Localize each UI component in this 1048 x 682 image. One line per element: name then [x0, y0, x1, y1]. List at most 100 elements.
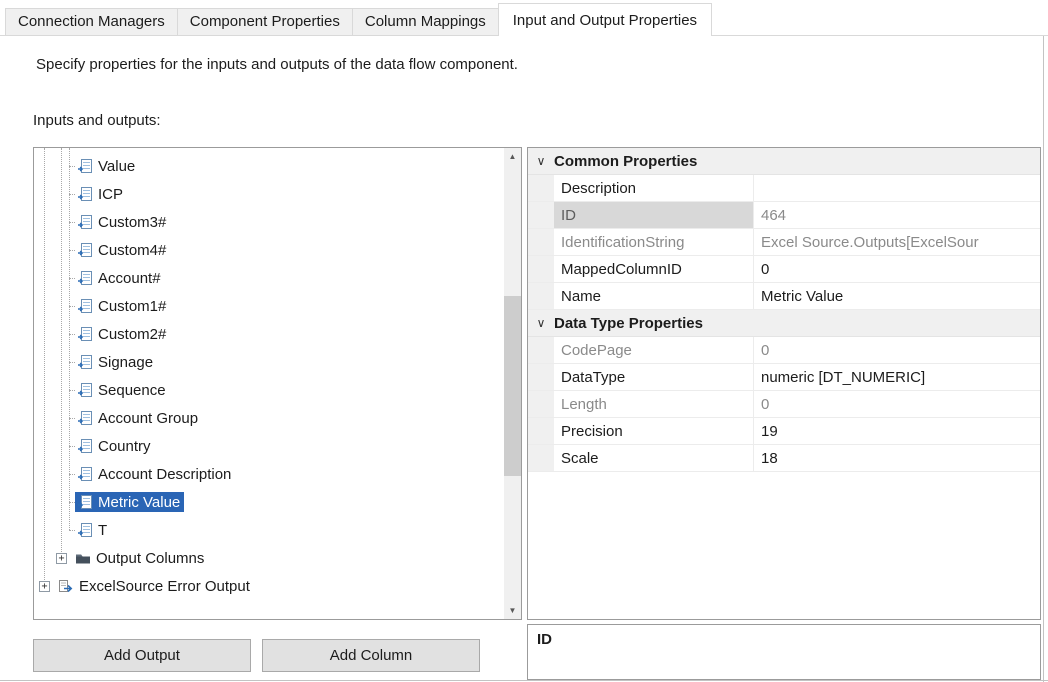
dialog-right-border	[1043, 36, 1044, 682]
column-icon	[77, 410, 93, 426]
tree-item-label: Custom4#	[98, 243, 166, 258]
tree-item-signage[interactable]: Signage	[34, 348, 504, 376]
property-row-mappedcolumnid[interactable]: MappedColumnID 0	[528, 256, 1040, 283]
property-row-identificationstring[interactable]: IdentificationString Excel Source.Output…	[528, 229, 1040, 256]
property-name[interactable]: MappedColumnID	[554, 256, 754, 282]
page-subtitle: Specify properties for the inputs and ou…	[36, 56, 518, 73]
folder-icon	[75, 550, 91, 566]
error-output-icon	[58, 578, 74, 594]
scroll-up-icon[interactable]: ▲	[504, 148, 521, 165]
tree-item-label: Signage	[98, 355, 153, 370]
column-icon	[77, 466, 93, 482]
tree-item-label: Custom1#	[98, 299, 166, 314]
property-name[interactable]: Scale	[554, 445, 754, 471]
property-name[interactable]: ID	[554, 202, 754, 228]
category-data-type-properties[interactable]: ∨ Data Type Properties	[528, 310, 1040, 337]
tree-item-value[interactable]: Value	[34, 152, 504, 180]
property-row-name[interactable]: Name Metric Value	[528, 283, 1040, 310]
category-title: Common Properties	[554, 153, 697, 170]
tree-item-custom4[interactable]: Custom4#	[34, 236, 504, 264]
column-icon	[77, 242, 93, 258]
tree-item-label: ExcelSource Error Output	[79, 579, 250, 594]
property-name[interactable]: Name	[554, 283, 754, 309]
tree-item-metric-value[interactable]: Metric Value	[34, 488, 504, 516]
expand-plus-icon[interactable]: +	[56, 553, 67, 564]
property-value[interactable]: 0	[754, 256, 1040, 282]
tree-item-label: Value	[98, 159, 135, 174]
grid-gutter	[528, 364, 554, 390]
property-value[interactable]: 0	[754, 337, 1040, 363]
advanced-editor-dialog: Connection Managers Component Properties…	[0, 0, 1048, 682]
property-value[interactable]: 18	[754, 445, 1040, 471]
property-row-description[interactable]: Description	[528, 175, 1040, 202]
grid-gutter	[528, 175, 554, 201]
property-row-scale[interactable]: Scale 18	[528, 445, 1040, 472]
property-value[interactable]: 19	[754, 418, 1040, 444]
tab-strip: Connection Managers Component Properties…	[0, 0, 1048, 36]
property-name[interactable]: Length	[554, 391, 754, 417]
tree-item-icp[interactable]: ICP	[34, 180, 504, 208]
scrollbar-thumb[interactable]	[504, 296, 521, 476]
tree-scrollbar[interactable]: ▲ ▼	[504, 148, 521, 619]
property-value[interactable]: 464	[754, 202, 1040, 228]
tree-item-label: Metric Value	[98, 495, 180, 510]
column-icon	[77, 326, 93, 342]
category-common-properties[interactable]: ∨ Common Properties	[528, 148, 1040, 175]
grid-gutter	[528, 283, 554, 309]
tab-column-mappings[interactable]: Column Mappings	[352, 8, 499, 36]
property-row-datatype[interactable]: DataType numeric [DT_NUMERIC]	[528, 364, 1040, 391]
property-row-length[interactable]: Length 0	[528, 391, 1040, 418]
grid-gutter	[528, 256, 554, 282]
property-value[interactable]: 0	[754, 391, 1040, 417]
help-property-title: ID	[537, 631, 1031, 648]
tree-viewport: Value ICP Custom3# Custom4# Account# Cus…	[34, 148, 504, 619]
tree-item-label: Sequence	[98, 383, 166, 398]
column-icon	[77, 494, 93, 510]
property-name[interactable]: Precision	[554, 418, 754, 444]
grid-gutter	[528, 445, 554, 471]
tree-item-account-group[interactable]: Account Group	[34, 404, 504, 432]
add-column-button[interactable]: Add Column	[262, 639, 480, 672]
tree-item-custom3[interactable]: Custom3#	[34, 208, 504, 236]
tree-item-label: Account Description	[98, 467, 231, 482]
property-value[interactable]	[754, 175, 1040, 201]
scroll-down-icon[interactable]: ▼	[504, 602, 521, 619]
property-value[interactable]: numeric [DT_NUMERIC]	[754, 364, 1040, 390]
tree-item-account-description[interactable]: Account Description	[34, 460, 504, 488]
tree-item-label: Account#	[98, 271, 161, 286]
tab-component-properties[interactable]: Component Properties	[177, 8, 353, 36]
tree-item-country[interactable]: Country	[34, 432, 504, 460]
tree-item-excelsource-error-output[interactable]: + ExcelSource Error Output	[34, 572, 504, 600]
property-value[interactable]: Metric Value	[754, 283, 1040, 309]
property-row-precision[interactable]: Precision 19	[528, 418, 1040, 445]
property-row-codepage[interactable]: CodePage 0	[528, 337, 1040, 364]
property-name[interactable]: DataType	[554, 364, 754, 390]
tab-input-output-properties[interactable]: Input and Output Properties	[498, 3, 712, 36]
property-row-id[interactable]: ID 464	[528, 202, 1040, 229]
expand-plus-icon[interactable]: +	[39, 581, 50, 592]
inputs-outputs-label: Inputs and outputs:	[33, 112, 161, 129]
grid-gutter	[528, 337, 554, 363]
tab-connection-managers[interactable]: Connection Managers	[5, 8, 178, 36]
dialog-bottom-border	[0, 680, 1048, 681]
chevron-down-icon: ∨	[528, 316, 554, 330]
tree-item-sequence[interactable]: Sequence	[34, 376, 504, 404]
tree-item-label: Custom3#	[98, 215, 166, 230]
tree-item-custom2[interactable]: Custom2#	[34, 320, 504, 348]
grid-gutter	[528, 202, 554, 228]
column-icon	[77, 186, 93, 202]
tree-item-t[interactable]: T	[34, 516, 504, 544]
category-title: Data Type Properties	[554, 315, 703, 332]
column-icon	[77, 270, 93, 286]
tree-item-account[interactable]: Account#	[34, 264, 504, 292]
tree-item-label: Country	[98, 439, 151, 454]
tree-item-custom1[interactable]: Custom1#	[34, 292, 504, 320]
property-name[interactable]: CodePage	[554, 337, 754, 363]
tree-item-output-columns[interactable]: + Output Columns	[34, 544, 504, 572]
tree-item-label: ICP	[98, 187, 123, 202]
property-name[interactable]: Description	[554, 175, 754, 201]
property-value[interactable]: Excel Source.Outputs[ExcelSour	[754, 229, 1040, 255]
chevron-down-icon: ∨	[528, 154, 554, 168]
add-output-button[interactable]: Add Output	[33, 639, 251, 672]
property-name[interactable]: IdentificationString	[554, 229, 754, 255]
